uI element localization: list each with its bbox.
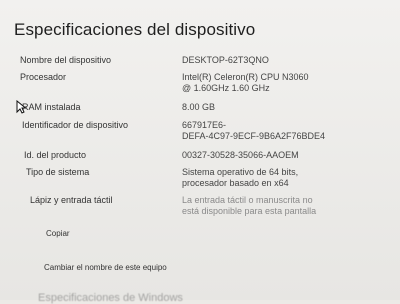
spec-value[interactable]: DESKTOP-62T3QNO bbox=[182, 55, 269, 66]
spec-label: Nombre del dispositivo bbox=[20, 55, 112, 65]
spec-label: Identificador de dispositivo bbox=[22, 120, 129, 130]
spec-label: Id. del producto bbox=[24, 150, 87, 160]
spec-value[interactable]: 00327-30528-35066-AAOEM bbox=[182, 150, 299, 161]
spec-label: RAM instalada bbox=[22, 102, 81, 112]
next-section-heading: Especificaciones de Windows bbox=[38, 292, 183, 304]
spec-value[interactable]: 8.00 GB bbox=[182, 102, 215, 113]
spec-value[interactable]: La entrada táctil o manuscrita no está di… bbox=[182, 195, 316, 217]
spec-value[interactable]: Sistema operativo de 64 bits, procesador … bbox=[182, 167, 298, 189]
spec-label: Procesador bbox=[20, 72, 67, 82]
spec-value[interactable]: 667917E6- DEFA-4C97-9ECF-9B6A2F76BDE4 bbox=[182, 120, 325, 142]
spec-label: Lápiz y entrada táctil bbox=[30, 195, 113, 205]
spec-value[interactable]: Intel(R) Celeron(R) CPU N3060 @ 1.60GHz 1… bbox=[182, 72, 309, 94]
page-title: Especificaciones del dispositivo bbox=[14, 20, 256, 39]
copy-button[interactable]: Copiar bbox=[46, 229, 70, 238]
rename-pc-button[interactable]: Cambiar el nombre de este equipo bbox=[44, 263, 167, 272]
spec-label: Tipo de sistema bbox=[26, 167, 90, 177]
device-specs-panel: Especificaciones del dispositivo Nombre … bbox=[0, 0, 400, 304]
mouse-pointer-icon bbox=[16, 100, 26, 114]
